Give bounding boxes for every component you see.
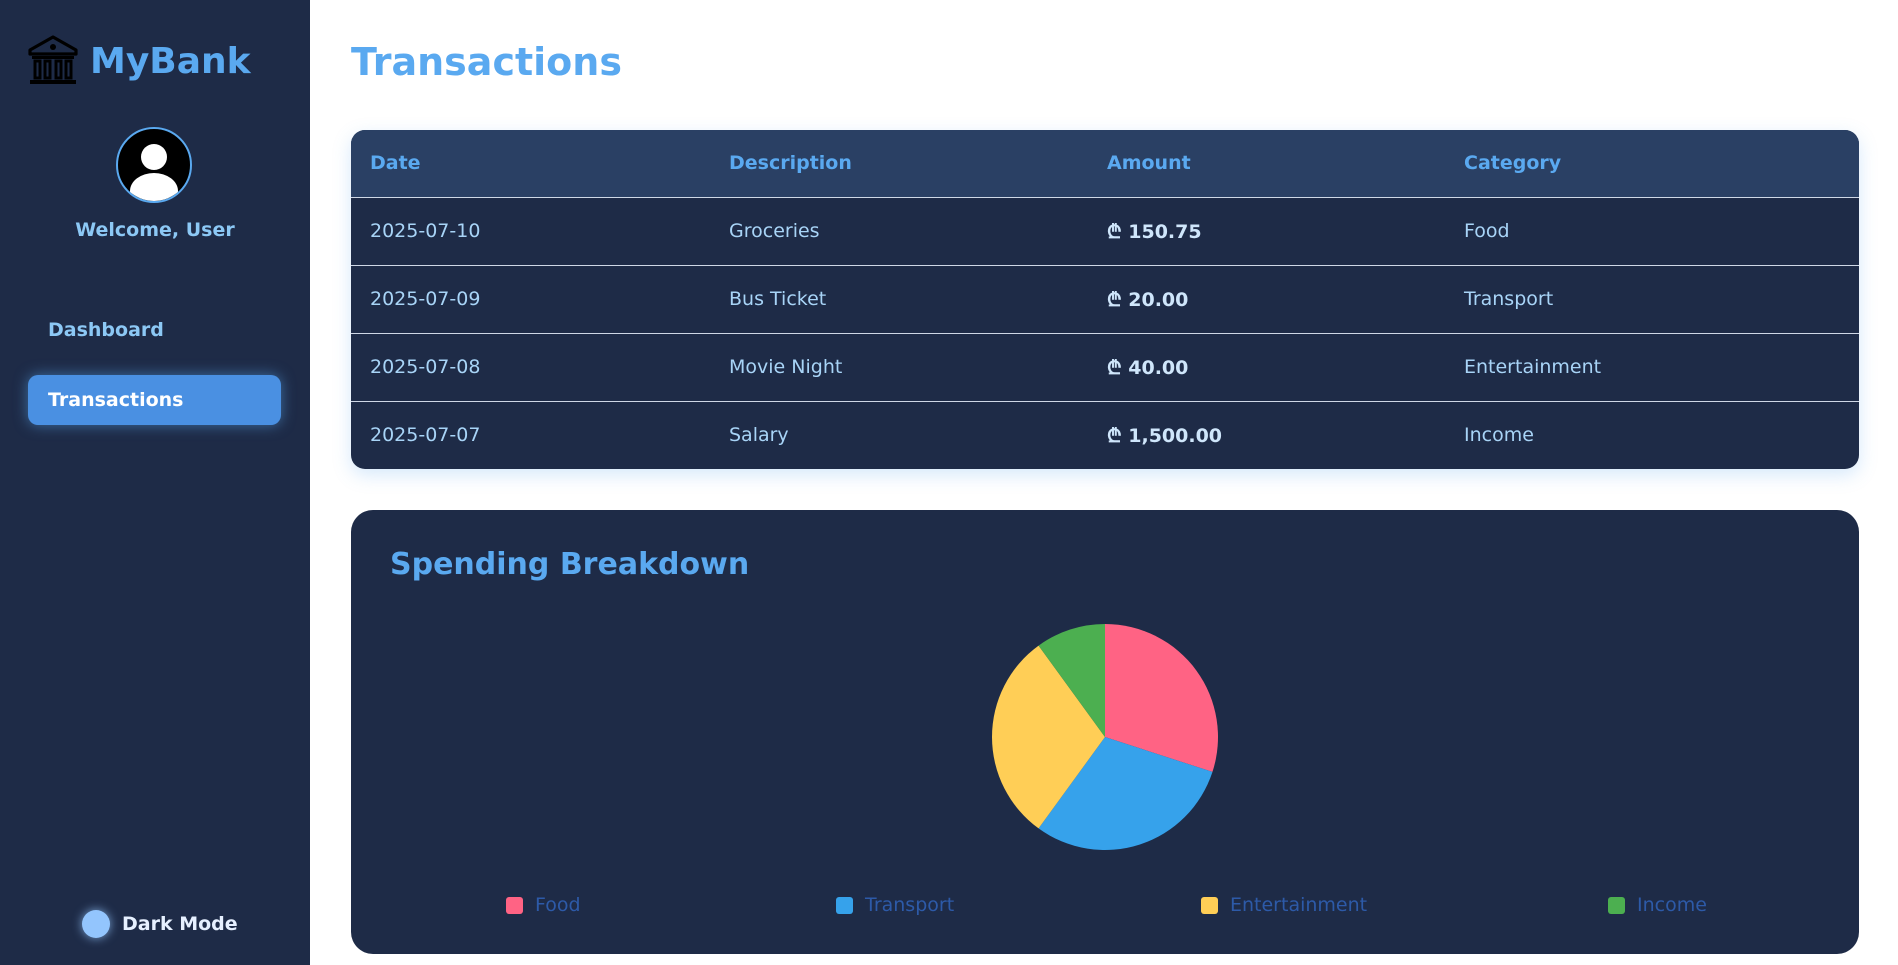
legend-label: Food <box>535 894 581 916</box>
avatar[interactable] <box>116 127 192 203</box>
bank-icon <box>28 35 78 84</box>
cell-description: Movie Night <box>710 333 1088 402</box>
legend-item-entertainment[interactable]: Entertainment <box>1201 894 1367 916</box>
sidebar-item-dashboard[interactable]: Dashboard <box>28 305 281 355</box>
pie-chart[interactable] <box>351 510 1859 954</box>
table-row[interactable]: 2025-07-09 Bus Ticket ₾ 20.00 Transport <box>351 265 1859 334</box>
user-avatar-icon <box>130 144 178 201</box>
column-header-amount[interactable]: Amount <box>1088 130 1445 198</box>
sidebar-item-transactions[interactable]: Transactions <box>28 375 281 425</box>
toggle-knob-icon <box>82 910 110 938</box>
brand-name: MyBank <box>90 40 251 82</box>
cell-category: Food <box>1445 197 1859 266</box>
legend-swatch <box>1201 896 1218 914</box>
cell-description: Bus Ticket <box>710 265 1088 334</box>
table-row[interactable]: 2025-07-07 Salary ₾ 1,500.00 Income <box>351 401 1859 469</box>
cell-amount: ₾ 150.75 <box>1088 197 1445 266</box>
cell-date: 2025-07-09 <box>351 265 710 334</box>
sidebar: MyBank Welcome, User Dashboard Transacti… <box>0 0 310 965</box>
dark-mode-toggle[interactable]: Dark Mode <box>82 910 238 938</box>
legend-swatch <box>1608 896 1625 914</box>
legend-label: Income <box>1637 894 1707 916</box>
transactions-table-card: Date Description Amount Category 2025-07… <box>351 130 1859 469</box>
cell-date: 2025-07-07 <box>370 424 481 447</box>
table-row[interactable]: 2025-07-10 Groceries ₾ 150.75 Food <box>351 197 1859 266</box>
legend-label: Entertainment <box>1230 894 1368 916</box>
brand[interactable]: MyBank <box>26 34 251 88</box>
cell-date: 2025-07-10 <box>351 197 710 266</box>
cell-description: Groceries <box>710 197 1088 266</box>
cell-amount: ₾ 1,500.00 <box>1107 425 1223 448</box>
page-title: Transactions <box>351 40 622 84</box>
legend-swatch <box>506 896 523 914</box>
legend-item-transport[interactable]: Transport <box>836 894 954 916</box>
spending-chart-card: Spending Breakdown Food Transport Entert… <box>351 510 1859 954</box>
column-header-category[interactable]: Category <box>1445 130 1859 198</box>
legend-label: Transport <box>865 894 955 916</box>
transactions-table: Date Description Amount Category 2025-07… <box>351 130 1859 469</box>
column-header-description[interactable]: Description <box>710 130 1088 198</box>
cell-description: Salary <box>729 424 789 447</box>
dark-mode-label: Dark Mode <box>122 913 238 935</box>
cell-category: Entertainment <box>1445 333 1859 402</box>
legend-item-income[interactable]: Income <box>1608 894 1707 916</box>
table-row[interactable]: 2025-07-08 Movie Night ₾ 40.00 Entertain… <box>351 333 1859 402</box>
legend-swatch <box>836 896 853 914</box>
table-header-row: Date Description Amount Category <box>351 130 1859 198</box>
cell-date: 2025-07-08 <box>351 333 710 402</box>
welcome-text: Welcome, User <box>75 219 235 241</box>
cell-category: Transport <box>1445 265 1859 334</box>
cell-category: Income <box>1464 424 1534 447</box>
cell-amount: ₾ 40.00 <box>1088 333 1445 402</box>
column-header-date[interactable]: Date <box>351 130 710 198</box>
cell-amount: ₾ 20.00 <box>1088 265 1445 334</box>
legend-item-food[interactable]: Food <box>506 894 581 916</box>
